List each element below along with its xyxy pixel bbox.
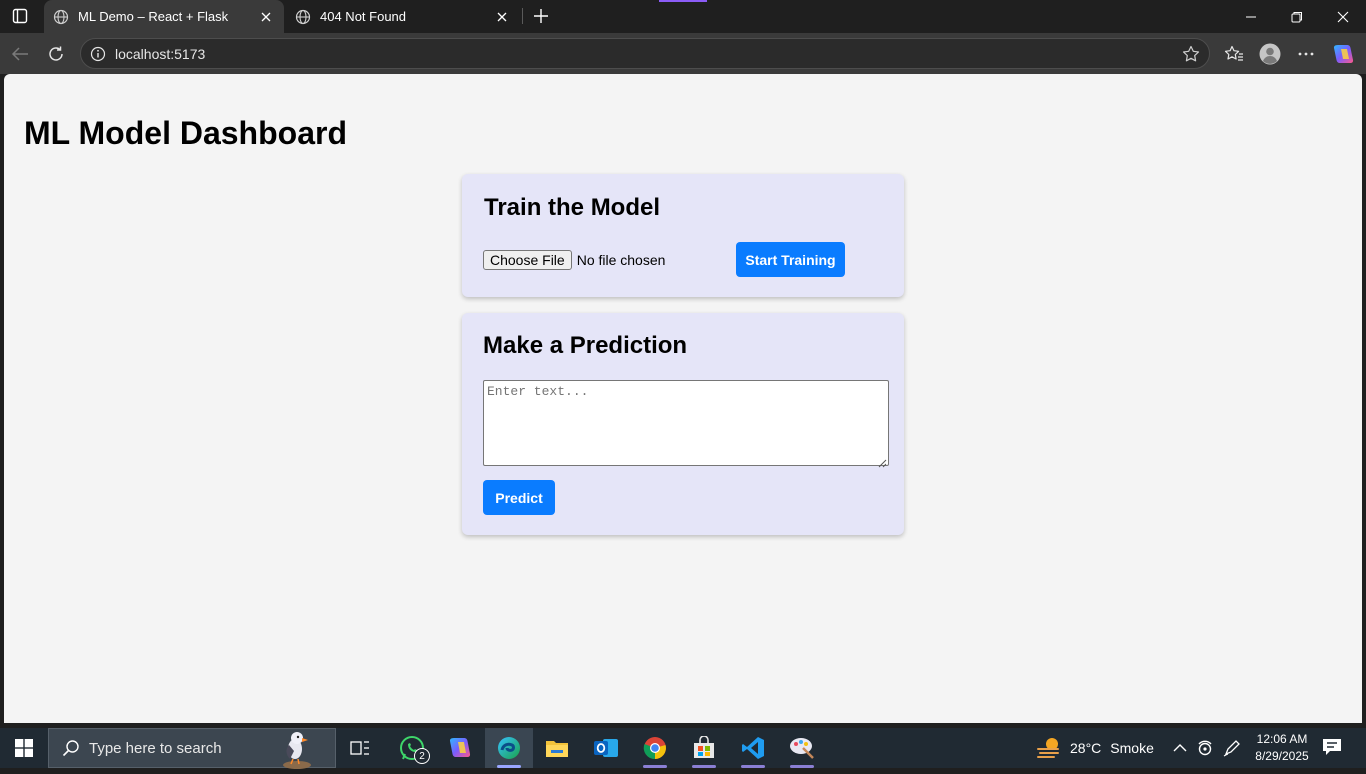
page-viewport: ML Model Dashboard Train the Model Choos… — [4, 74, 1362, 723]
close-tab-icon[interactable] — [254, 5, 278, 29]
copilot-icon[interactable] — [1330, 41, 1356, 67]
train-card: Train the Model Choose File No file chos… — [462, 174, 904, 297]
choose-file-button[interactable]: Choose File — [483, 250, 572, 270]
pen-icon[interactable] — [1222, 738, 1242, 758]
url-text[interactable]: localhost:5173 — [115, 46, 205, 62]
favorite-star-icon[interactable] — [1181, 44, 1201, 64]
copilot-app-icon[interactable] — [436, 728, 484, 768]
outlook-icon[interactable] — [582, 728, 630, 768]
reload-icon[interactable] — [43, 41, 69, 67]
chevron-up-icon[interactable] — [1170, 738, 1190, 758]
clock-time: 12:06 AM — [1256, 732, 1308, 746]
window-accent-mark — [659, 0, 707, 2]
task-view-icon[interactable] — [336, 728, 384, 768]
profile-avatar-icon[interactable] — [1257, 41, 1283, 67]
search-highlight-bird-icon — [277, 729, 317, 769]
microsoft-store-icon[interactable] — [680, 728, 728, 768]
haze-weather-icon — [1037, 738, 1059, 758]
whatsapp-icon[interactable]: 2 — [388, 728, 436, 768]
file-status-text: No file chosen — [576, 252, 666, 268]
tab-ml-demo[interactable]: ML Demo – React + Flask — [44, 0, 284, 33]
prediction-text-input[interactable]: Enter text... — [483, 380, 889, 468]
weather-temp: 28°C — [1070, 740, 1102, 756]
paint-app-icon[interactable] — [778, 728, 826, 768]
start-training-button[interactable]: Start Training — [736, 242, 845, 277]
tab-title: 404 Not Found — [320, 9, 407, 24]
train-heading: Train the Model — [484, 194, 661, 221]
new-tab-icon[interactable] — [528, 4, 554, 28]
predict-button[interactable]: Predict — [483, 480, 555, 515]
chrome-icon[interactable] — [631, 728, 679, 768]
edge-browser-icon[interactable] — [485, 728, 533, 768]
site-info-icon[interactable] — [89, 45, 107, 63]
more-menu-icon[interactable] — [1293, 41, 1319, 67]
address-bar[interactable]: localhost:5173 — [80, 38, 1210, 69]
resize-grip-icon[interactable] — [878, 455, 887, 468]
tab-separator — [522, 8, 523, 24]
weather-condition: Smoke — [1110, 740, 1154, 756]
browser-toolbar: localhost:5173 — [0, 33, 1366, 74]
tab-title: ML Demo – React + Flask — [78, 9, 229, 24]
notifications-icon[interactable] — [1322, 738, 1344, 758]
system-clock[interactable]: 12:06 AM 8/29/2025 — [1250, 731, 1314, 765]
taskbar-search[interactable]: Type here to search — [48, 728, 336, 769]
back-icon[interactable] — [7, 41, 33, 67]
minimize-icon[interactable] — [1228, 0, 1274, 33]
weather-widget[interactable]: 28°C Smoke — [1036, 728, 1154, 768]
file-input[interactable]: Choose File No file chosen — [483, 250, 665, 270]
predict-heading: Make a Prediction — [483, 332, 688, 359]
search-placeholder: Type here to search — [89, 739, 222, 757]
tab-404-not-found[interactable]: 404 Not Found — [286, 0, 520, 33]
search-icon — [61, 738, 81, 758]
globe-icon — [52, 8, 70, 26]
windows-taskbar: Type here to search 2 28°C Smoke 12:06 A… — [0, 728, 1366, 769]
predict-card: Make a Prediction Enter text... Predict — [462, 313, 904, 535]
file-explorer-icon[interactable] — [533, 728, 581, 768]
network-icon[interactable] — [1195, 738, 1215, 758]
page-title: ML Model Dashboard — [24, 115, 347, 151]
favorites-icon[interactable] — [1221, 41, 1247, 67]
close-tab-icon[interactable] — [490, 5, 514, 29]
notification-badge: 2 — [414, 748, 430, 764]
restore-icon[interactable] — [1274, 0, 1320, 33]
close-window-icon[interactable] — [1320, 0, 1366, 33]
globe-icon — [294, 8, 312, 26]
vscode-icon[interactable] — [729, 728, 777, 768]
clock-date: 8/29/2025 — [1255, 749, 1309, 763]
windows-start-icon[interactable] — [0, 728, 48, 768]
tab-actions-icon[interactable] — [7, 4, 33, 28]
input-placeholder: Enter text... — [487, 384, 589, 399]
browser-titlebar: ML Demo – React + Flask 404 Not Found — [0, 0, 1366, 33]
